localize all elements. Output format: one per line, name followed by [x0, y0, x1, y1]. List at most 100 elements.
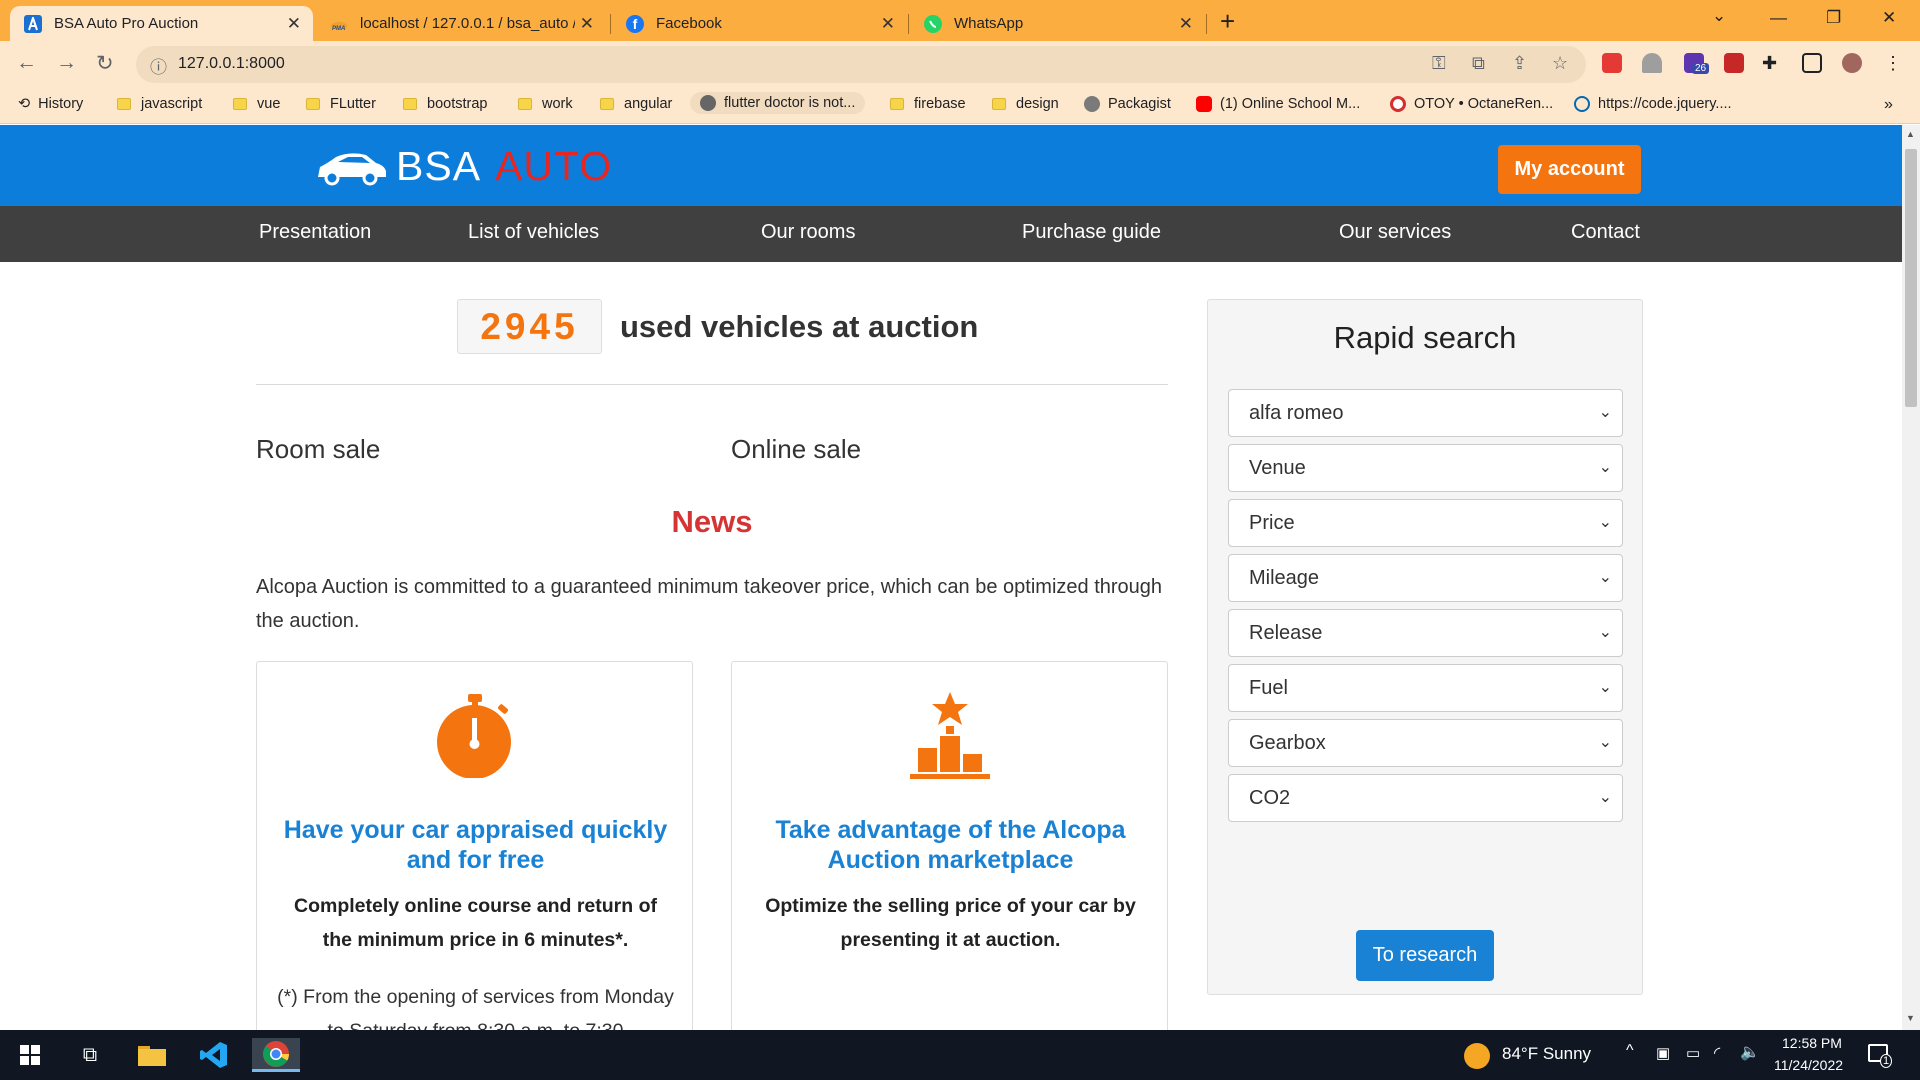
chevron-down-icon: ⌄: [1598, 404, 1612, 421]
release-select[interactable]: Release ⌄: [1228, 609, 1623, 657]
reload-icon[interactable]: ↻: [96, 51, 114, 76]
bookmark-javascript[interactable]: javascript: [117, 96, 202, 112]
battery-icon[interactable]: ▭: [1686, 1044, 1700, 1062]
mileage-select[interactable]: Mileage ⌄: [1228, 554, 1623, 602]
nav-contact[interactable]: Contact: [1571, 221, 1640, 244]
address-bar[interactable]: ⓘ 127.0.0.1:8000 ⚿ ⧉ ⇪ ☆: [136, 46, 1586, 83]
tab-title: WhatsApp: [954, 15, 1024, 32]
bookmark-online-school[interactable]: (1) Online School M...: [1196, 96, 1360, 112]
site-favicon-icon: [24, 14, 42, 33]
meet-now-icon[interactable]: ▣: [1656, 1044, 1670, 1062]
co2-select[interactable]: CO2 ⌄: [1228, 774, 1623, 822]
chrome-taskbar-icon[interactable]: [252, 1038, 300, 1072]
key-icon[interactable]: ⚿: [1432, 53, 1446, 74]
side-panel-icon[interactable]: [1802, 53, 1822, 73]
brand-select[interactable]: alfa romeo ⌄: [1228, 389, 1623, 437]
bookmark-star-icon[interactable]: ☆: [1552, 53, 1568, 74]
scroll-down-icon[interactable]: ▼: [1906, 1013, 1915, 1023]
tab-phpmyadmin[interactable]: PMA localhost / 127.0.0.1 / bsa_auto / ✕: [316, 6, 606, 41]
research-button[interactable]: To research: [1356, 930, 1494, 981]
menu-kebab-icon[interactable]: ⋮: [1884, 53, 1902, 74]
tab-bsa-auto[interactable]: BSA Auto Pro Auction ✕: [10, 6, 313, 41]
marketplace-card: Take advantage of the Alcopa Auction mar…: [731, 661, 1168, 1030]
clock-date[interactable]: 11/24/2022: [1774, 1057, 1843, 1073]
bookmark-flutter-doctor[interactable]: flutter doctor is not...: [690, 92, 866, 114]
bookmark-design[interactable]: design: [992, 96, 1059, 112]
bookmark-work[interactable]: work: [518, 96, 573, 112]
bookmark-jquery[interactable]: https://code.jquery....: [1574, 96, 1732, 112]
clock-time[interactable]: 12:58 PM: [1782, 1035, 1842, 1051]
scrollbar-thumb[interactable]: [1905, 149, 1917, 407]
bookmark-vue[interactable]: vue: [233, 96, 280, 112]
bookmark-history[interactable]: ⟲ History: [18, 96, 83, 112]
windows-start-icon[interactable]: [6, 1038, 54, 1072]
bookmarks-overflow-icon[interactable]: »: [1884, 96, 1893, 114]
site-info-icon[interactable]: ⓘ: [150, 53, 167, 78]
site-logo[interactable]: BSA AUTO: [314, 143, 612, 190]
file-explorer-icon[interactable]: [128, 1038, 176, 1072]
whatsapp-icon: [924, 14, 942, 33]
chevron-down-icon: ⌄: [1598, 679, 1612, 696]
card-title[interactable]: Have your car appraised quickly and for …: [267, 815, 684, 875]
extension-graduation-icon[interactable]: 26: [1684, 53, 1710, 74]
profile-avatar[interactable]: [1842, 53, 1862, 73]
gearbox-select[interactable]: Gearbox ⌄: [1228, 719, 1623, 767]
room-sale-heading[interactable]: Room sale: [256, 434, 380, 465]
nav-our-services[interactable]: Our services: [1339, 221, 1451, 244]
tab-facebook[interactable]: f Facebook ✕: [612, 6, 907, 41]
weather-text[interactable]: 84°F Sunny: [1502, 1044, 1591, 1064]
extensions-puzzle-icon[interactable]: ✚: [1762, 53, 1777, 74]
share-icon[interactable]: ⇪: [1512, 53, 1527, 74]
extension-vue-icon[interactable]: [1642, 53, 1662, 73]
price-select[interactable]: Price ⌄: [1228, 499, 1623, 547]
scroll-up-icon[interactable]: ▲: [1906, 129, 1915, 139]
minimize-icon[interactable]: —: [1770, 8, 1787, 28]
close-tab-icon[interactable]: ✕: [881, 15, 895, 32]
weather-sun-icon[interactable]: [1464, 1043, 1490, 1069]
bookmark-firebase[interactable]: firebase: [890, 96, 966, 112]
page-scrollbar[interactable]: ▲ ▼: [1902, 125, 1920, 1030]
nav-presentation[interactable]: Presentation: [259, 221, 371, 244]
car-logo-icon: [318, 152, 386, 185]
nav-our-rooms[interactable]: Our rooms: [761, 221, 855, 244]
bookmark-flutter[interactable]: FLutter: [306, 96, 376, 112]
svg-text:PMA: PMA: [332, 26, 345, 32]
folder-icon: [403, 98, 417, 110]
fuel-select[interactable]: Fuel ⌄: [1228, 664, 1623, 712]
venue-select[interactable]: Venue ⌄: [1228, 444, 1623, 492]
tab-whatsapp[interactable]: WhatsApp ✕: [910, 6, 1205, 41]
vscode-icon[interactable]: [190, 1038, 238, 1072]
online-sale-heading[interactable]: Online sale: [731, 434, 861, 465]
bookmark-packagist[interactable]: Packagist: [1084, 96, 1171, 112]
card-title[interactable]: Take advantage of the Alcopa Auction mar…: [742, 815, 1159, 875]
close-tab-icon[interactable]: ✕: [580, 15, 594, 32]
restore-icon[interactable]: ❐: [1826, 8, 1841, 28]
new-tab-icon[interactable]: +: [1220, 8, 1235, 34]
folder-icon: [233, 98, 247, 110]
notification-center-icon[interactable]: 1: [1868, 1044, 1893, 1068]
close-window-icon[interactable]: ✕: [1882, 8, 1896, 28]
nav-list-of-vehicles[interactable]: List of vehicles: [468, 221, 599, 244]
show-hidden-icons-icon[interactable]: ^: [1626, 1042, 1634, 1060]
volume-icon[interactable]: 🔈: [1740, 1042, 1760, 1062]
bookmark-bootstrap[interactable]: bootstrap: [403, 96, 487, 112]
folder-icon: [117, 98, 131, 110]
main-navigation: Presentation List of vehicles Our rooms …: [0, 206, 1902, 262]
my-account-button[interactable]: My account: [1498, 145, 1641, 194]
chevron-down-icon: ⌄: [1598, 624, 1612, 641]
chevron-down-icon: ⌄: [1598, 734, 1612, 751]
vehicle-count-label: used vehicles at auction: [620, 309, 979, 344]
bookmark-otoy[interactable]: OTOY • OctaneRen...: [1390, 96, 1553, 112]
back-icon[interactable]: ←: [16, 51, 37, 75]
close-tab-icon[interactable]: ✕: [1179, 15, 1193, 32]
extension-book-icon[interactable]: [1724, 53, 1744, 73]
nav-purchase-guide[interactable]: Purchase guide: [1022, 221, 1161, 244]
tab-search-chevron-icon[interactable]: ⌄: [1712, 6, 1726, 26]
translate-icon[interactable]: ⧉: [1472, 53, 1485, 74]
task-view-icon[interactable]: ⧉: [66, 1038, 114, 1072]
bookmark-angular[interactable]: angular: [600, 96, 672, 112]
wifi-icon[interactable]: ◜: [1714, 1043, 1720, 1063]
extension-red-icon[interactable]: [1602, 53, 1622, 73]
forward-icon[interactable]: →: [56, 51, 77, 75]
close-tab-icon[interactable]: ✕: [287, 15, 301, 32]
